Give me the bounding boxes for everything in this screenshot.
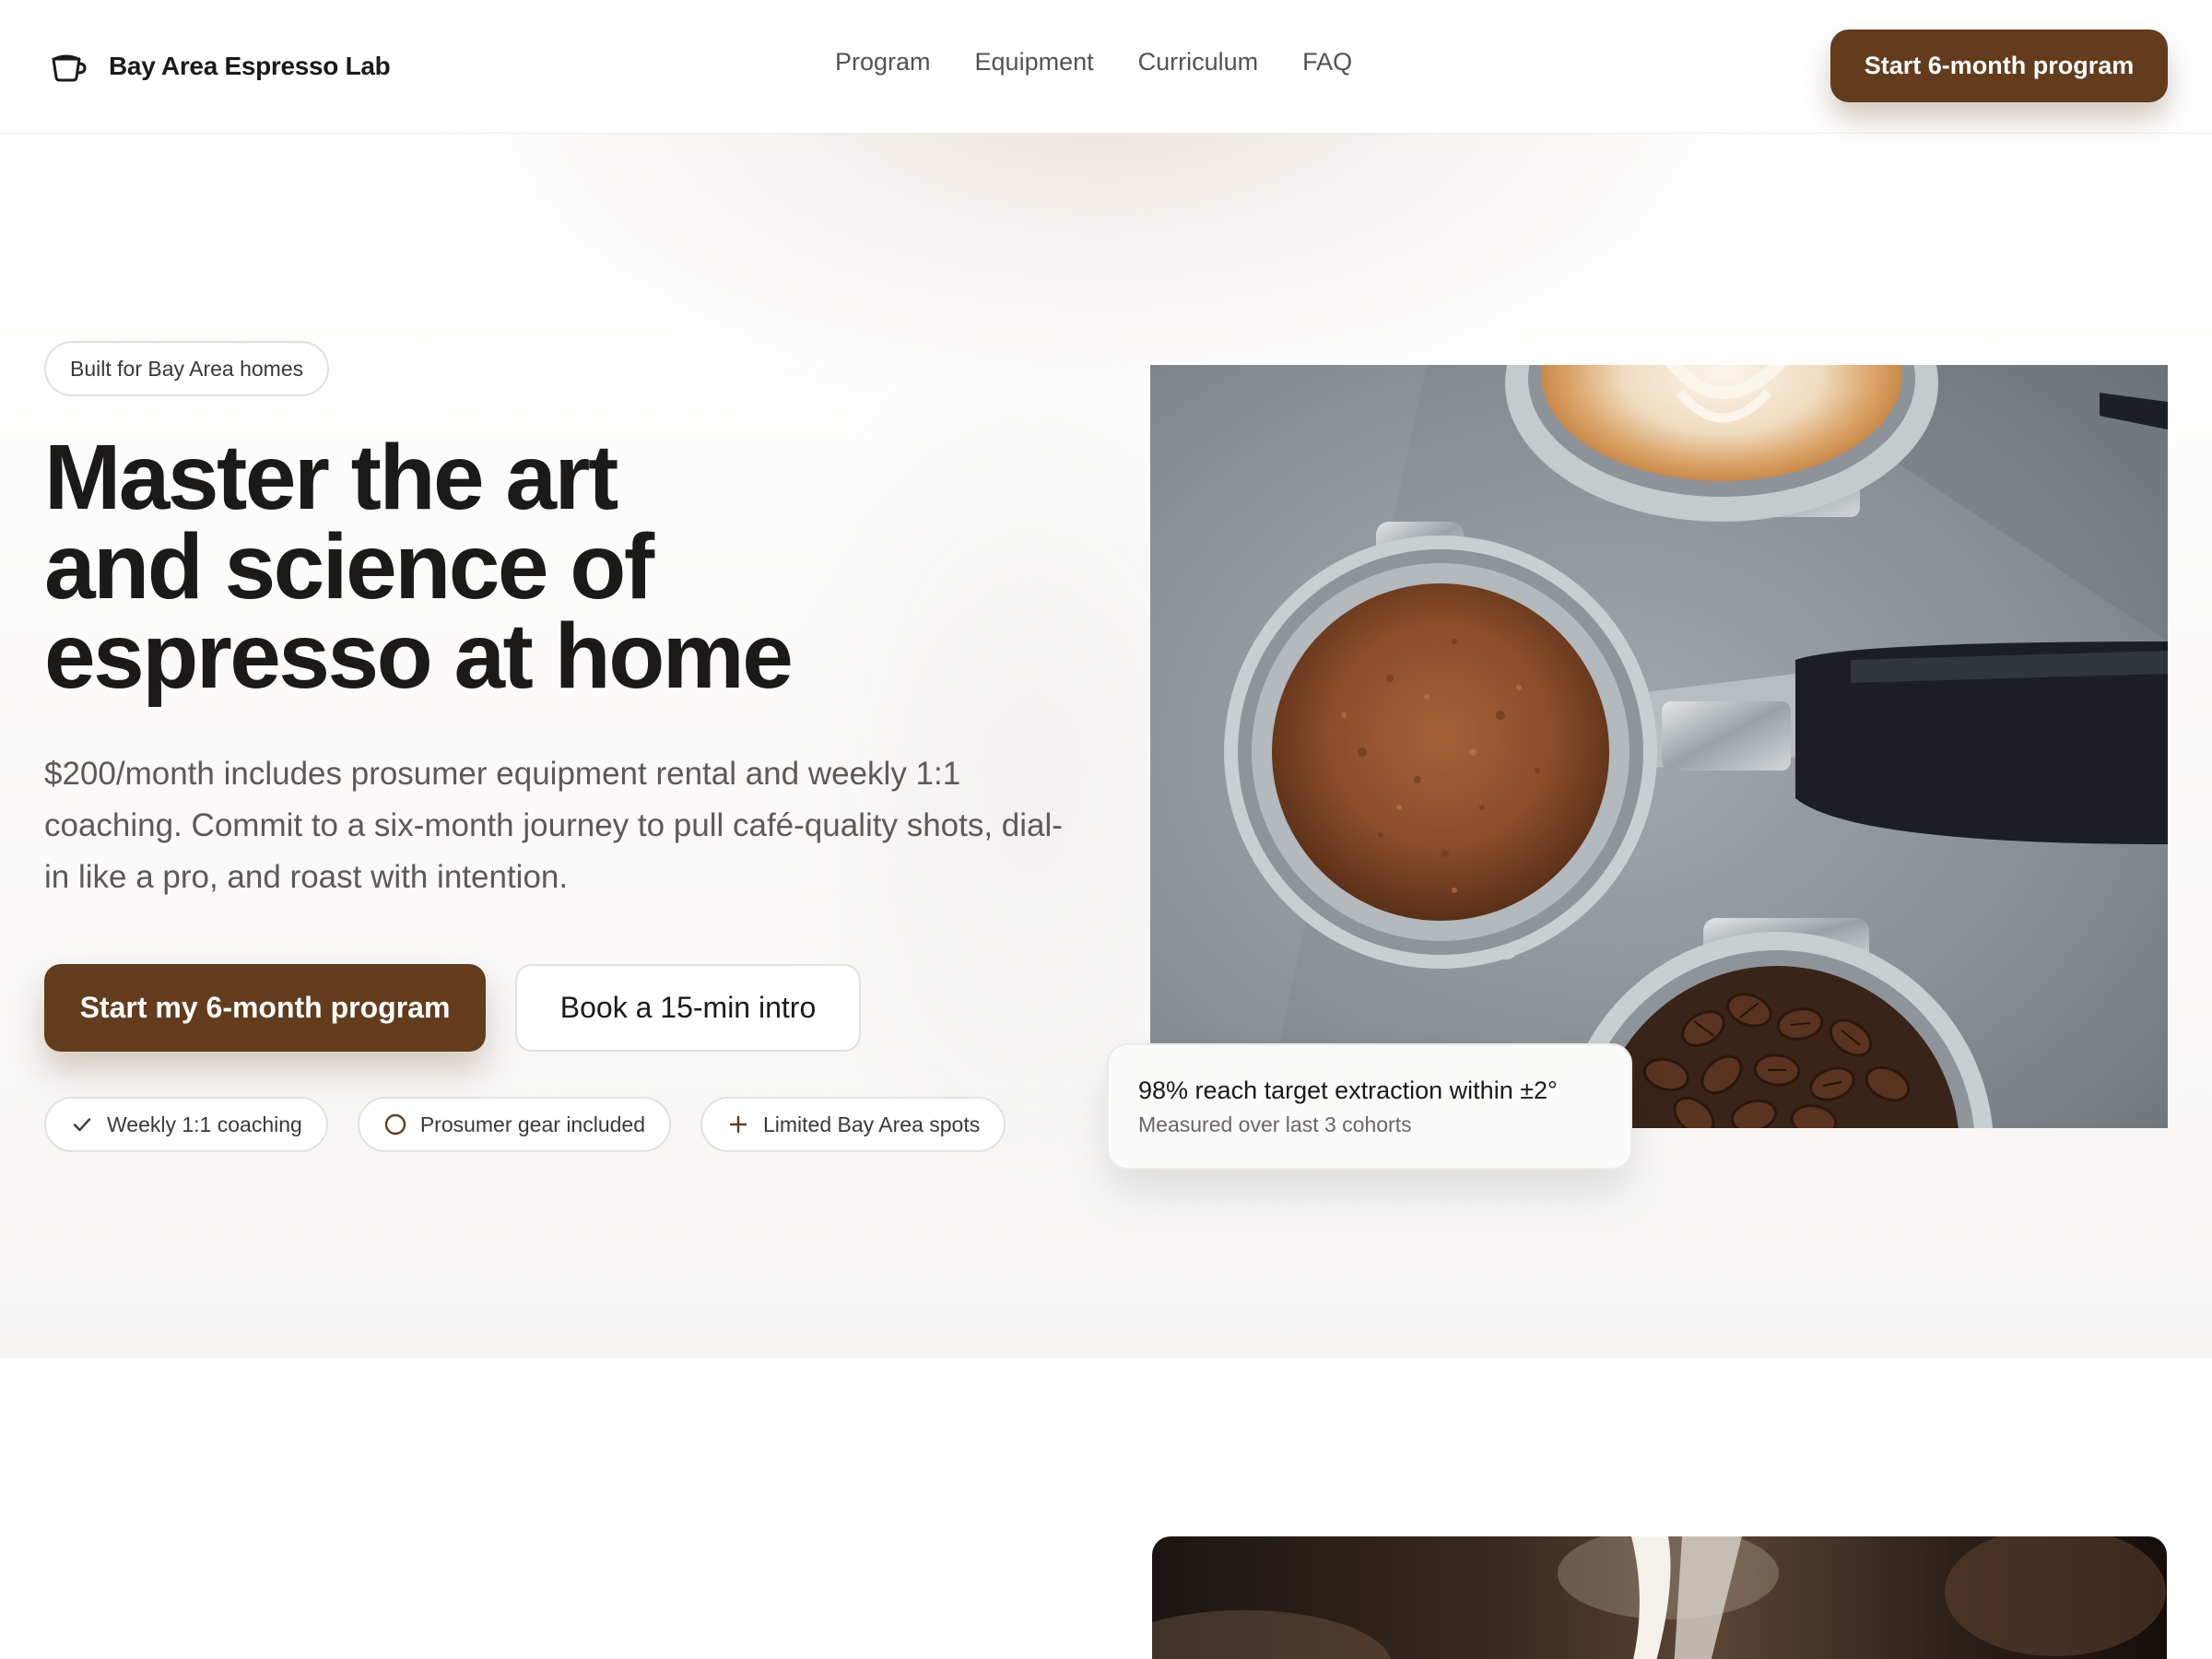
feature-chip-label: Limited Bay Area spots: [763, 1112, 981, 1136]
brand[interactable]: Bay Area Espresso Lab: [48, 46, 391, 87]
stat-title: 98% reach target extraction within ±2°: [1138, 1077, 1558, 1104]
feature-chip-gear: Prosumer gear included: [357, 1097, 671, 1152]
circle-icon: [384, 1113, 406, 1135]
hero-subcopy: $200/month includes prosumer equipment r…: [44, 756, 1063, 895]
check-icon: [73, 1118, 91, 1132]
nav-link-faq[interactable]: FAQ: [1302, 48, 1352, 76]
nav-link-equipment[interactable]: Equipment: [975, 48, 1094, 76]
feature-chips: Weekly 1:1 coaching Prosumer gear includ…: [44, 1097, 1006, 1152]
espresso-portafilters-illustration: [1150, 365, 2168, 1128]
hero-headline: Master the art and science of espresso a…: [44, 431, 966, 702]
nav-links: Program Equipment Curriculum FAQ: [835, 48, 1352, 76]
feature-chip-spots: Limited Bay Area spots: [700, 1097, 1006, 1152]
extraction-stat-card: 98% reach target extraction within ±2° M…: [1107, 1043, 1632, 1170]
plus-icon: [729, 1115, 747, 1134]
headline-line-3: espresso at home: [44, 605, 794, 708]
milk-pouring-photo: [1152, 1536, 2167, 1659]
milk-pouring-illustration: [1152, 1536, 2167, 1659]
feature-chip-label: Prosumer gear included: [419, 1112, 645, 1136]
hero-badge: Built for Bay Area homes: [44, 341, 330, 396]
top-navigation: Bay Area Espresso Lab Program Equipment …: [0, 0, 2212, 134]
feature-chip-label: Weekly 1:1 coaching: [107, 1112, 302, 1136]
coffee-cup-icon: [52, 54, 87, 82]
feature-chip-coaching: Weekly 1:1 coaching: [44, 1097, 328, 1152]
hero-espresso-photo: [1150, 365, 2168, 1128]
nav-link-program[interactable]: Program: [835, 48, 931, 76]
headline-line-2: and science of: [44, 515, 654, 618]
landing-page: Bay Area Espresso Lab Program Equipment …: [0, 0, 2212, 1659]
hero-section: Built for Bay Area homes Master the art …: [0, 134, 2212, 1359]
nav-link-curriculum[interactable]: Curriculum: [1138, 48, 1259, 76]
start-program-button[interactable]: Start my 6-month program: [44, 964, 486, 1052]
headline-line-1: Master the art: [44, 426, 618, 529]
book-intro-button[interactable]: Book a 15-min intro: [515, 964, 861, 1052]
stat-subtitle: Measured over last 3 cohorts: [1138, 1112, 1412, 1136]
brand-name: Bay Area Espresso Lab: [109, 52, 391, 80]
start-program-nav-button[interactable]: Start 6-month program: [1830, 29, 2168, 102]
hero-background-glow: [433, 134, 1770, 392]
